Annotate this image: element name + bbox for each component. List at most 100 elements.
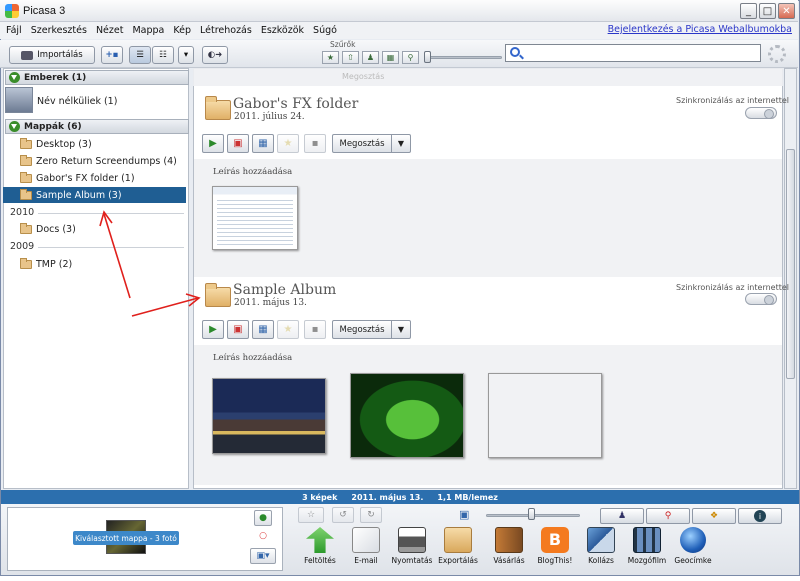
add-to-album-dropdown[interactable]: ▣▾ (250, 548, 276, 564)
photo-thumbnail[interactable] (212, 186, 298, 250)
sync-toggle[interactable] (745, 293, 777, 305)
share-dropdown[interactable]: ▼ (391, 134, 411, 153)
folder-item-desktop[interactable]: Desktop (3) (3, 136, 186, 152)
thumbnail-size-knob[interactable] (528, 508, 535, 520)
menu-edit[interactable]: Szerkesztés (31, 25, 87, 36)
folder-item-sample-album[interactable]: Sample Album (3) (3, 187, 186, 203)
folders-section-header[interactable]: Mappák (6) (5, 119, 189, 134)
slideshow-button[interactable]: ▶ (202, 134, 224, 153)
filter-faces-button[interactable]: ♟ (362, 51, 379, 64)
share-button[interactable]: Megosztás (332, 134, 392, 153)
list-view-icon: ☰ (136, 50, 144, 60)
share-dropdown[interactable]: ▼ (391, 320, 411, 339)
collage-button[interactable]: ▦ (252, 134, 274, 153)
unnamed-people-item[interactable]: Név nélküliek (1) (37, 96, 117, 107)
album-folder-icon (205, 96, 231, 120)
blogthis-tool-button[interactable]: B BlogThis! (533, 527, 577, 581)
share-button[interactable]: Megosztás (332, 320, 392, 339)
folder-item-docs[interactable]: Docs (3) (3, 221, 186, 237)
folder-item-tmp[interactable]: TMP (2) (3, 256, 186, 272)
date-filter-knob[interactable] (424, 51, 431, 63)
view-options-dropdown[interactable]: ▾ (178, 46, 194, 64)
rotate-left-button[interactable]: ↺ (332, 507, 354, 523)
menu-create[interactable]: Létrehozás (200, 25, 252, 36)
import-button[interactable]: Importálás (9, 46, 95, 64)
clear-button[interactable]: ○ (254, 528, 272, 544)
people-header-label: Emberek (1) (24, 72, 87, 83)
loading-spinner-icon (768, 45, 786, 63)
shop-tool-button[interactable]: Vásárlás (487, 527, 531, 581)
filter-uploaded-button[interactable]: ⇧ (342, 51, 359, 64)
geotag-tool-button[interactable]: Geocímke (671, 527, 715, 581)
menu-file[interactable]: Fájl (6, 25, 22, 36)
menu-tools[interactable]: Eszközök (261, 25, 304, 36)
album-title[interactable]: Sample Album (233, 282, 336, 298)
add-album-icon: +▪ (105, 50, 119, 60)
menu-picture[interactable]: Kép (173, 25, 191, 36)
view-flat-list-button[interactable]: ☰ (129, 46, 151, 64)
people-tab-button[interactable]: ♟ (600, 508, 644, 524)
photo-thumbnail-chess[interactable] (488, 373, 602, 458)
avatar[interactable] (5, 87, 33, 113)
date-filter-slider[interactable] (424, 56, 502, 59)
filter-geotagged-button[interactable]: ⚲ (402, 51, 419, 64)
save-album-button[interactable]: ▪ (304, 134, 326, 153)
collage-button[interactable]: ▦ (252, 320, 274, 339)
places-tab-button[interactable]: ⚲ (646, 508, 690, 524)
sync-toggle[interactable] (745, 107, 777, 119)
star-album-button[interactable]: ★ (277, 134, 299, 153)
photo-thumbnail-city[interactable] (212, 378, 326, 454)
slideshow-button[interactable]: ▶ (202, 320, 224, 339)
maximize-button[interactable]: □ (759, 3, 776, 19)
add-description-field[interactable]: Leírás hozzáadása (213, 167, 292, 177)
menu-help[interactable]: Súgó (313, 25, 337, 36)
filter-movies-button[interactable]: ▦ (382, 51, 399, 64)
menu-view[interactable]: Nézet (96, 25, 124, 36)
print-album-button[interactable]: ▣ (227, 320, 249, 339)
picasa-logo-icon (5, 3, 19, 18)
collage-tool-button[interactable]: Kollázs (579, 527, 623, 581)
title-bar[interactable]: Picasa 3 _ □ ✕ (0, 0, 798, 22)
collapse-icon (9, 121, 20, 132)
movie-tool-button[interactable]: Mozgófilm (625, 527, 669, 581)
filter-starred-button[interactable]: ★ (322, 51, 339, 64)
print-tool-button[interactable]: Nyomtatás (390, 527, 434, 581)
add-description-field[interactable]: Leírás hozzáadása (213, 353, 292, 363)
folder-label: Sample Album (3) (36, 189, 122, 201)
people-sync-button[interactable]: ◐➜ (202, 46, 228, 64)
year-divider (38, 213, 184, 214)
tags-tab-button[interactable]: ❖ (692, 508, 736, 524)
minimize-button[interactable]: _ (740, 3, 757, 19)
folder-item-gabors-fx[interactable]: Gabor's FX folder (1) (3, 170, 186, 186)
view-tree-button[interactable]: ☷ (152, 46, 174, 64)
photo-thumbnail-frog[interactable] (350, 373, 464, 458)
scrollbar-thumb[interactable] (786, 149, 795, 379)
globe-icon (680, 527, 706, 553)
folder-label: Zero Return Screendumps (4) (36, 155, 177, 167)
save-album-button[interactable]: ▪ (304, 320, 326, 339)
hold-button[interactable]: ● (254, 510, 272, 526)
web-albums-login-link[interactable]: Bejelentkezés a Picasa Webalbumokba (608, 24, 792, 35)
upload-arrow-icon (306, 527, 334, 553)
tree-view-icon: ☷ (159, 50, 167, 60)
star-photo-button[interactable]: ☆ (298, 507, 324, 523)
search-input[interactable] (505, 44, 761, 62)
add-to-album-button[interactable]: +▪ (101, 46, 123, 64)
album-scrollbar[interactable] (784, 68, 797, 489)
spreadsheet-preview (217, 197, 293, 245)
close-button[interactable]: ✕ (778, 3, 795, 19)
folder-item-zero-return[interactable]: Zero Return Screendumps (4) (3, 153, 186, 169)
album-title[interactable]: Gabor's FX folder (233, 96, 358, 112)
info-tab-button[interactable]: i (738, 508, 782, 524)
star-icon: ★ (283, 324, 293, 335)
upload-icon: ⇧ (347, 53, 354, 62)
print-album-button[interactable]: ▣ (227, 134, 249, 153)
upload-tool-button[interactable]: Feltöltés (298, 527, 342, 581)
star-album-button[interactable]: ★ (277, 320, 299, 339)
rotate-right-button[interactable]: ↻ (360, 507, 382, 523)
people-section-header[interactable]: Emberek (1) (5, 70, 189, 85)
menu-folder[interactable]: Mappa (132, 25, 164, 36)
export-tool-button[interactable]: Exportálás (436, 527, 480, 581)
email-tool-button[interactable]: E-mail (344, 527, 388, 581)
import-label: Importálás (37, 50, 83, 60)
